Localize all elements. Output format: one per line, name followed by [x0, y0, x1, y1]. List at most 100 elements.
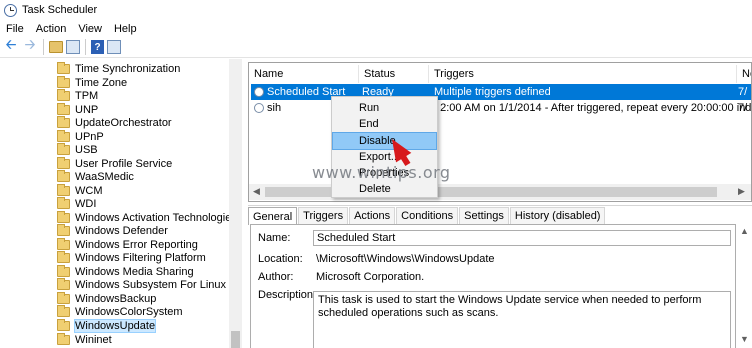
folder-icon	[57, 142, 70, 155]
details-vertical-scrollbar[interactable]: ▲ ▼	[736, 224, 752, 348]
menu-file[interactable]: File	[0, 23, 30, 35]
tree-item-label: WDI	[75, 197, 97, 210]
toolbar-separator	[85, 39, 86, 55]
tree-item[interactable]: User Profile Service	[57, 156, 172, 170]
tree-item-label: WindowsBackup	[75, 292, 157, 305]
task-next-run-cell: 7/	[738, 86, 748, 98]
folder-icon	[57, 237, 70, 250]
task-name-cell: sih	[254, 100, 281, 116]
general-tab-panel: Name: Scheduled Start Location: \Microso…	[250, 224, 736, 348]
column-header-next-run[interactable]: Ne	[737, 65, 751, 83]
scroll-right-icon[interactable]: ▶	[738, 186, 745, 197]
forward-arrow-icon[interactable]: 🡢	[22, 37, 38, 55]
tree-item[interactable]: UpdateOrchestrator	[57, 115, 172, 129]
task-row-selected[interactable]: Scheduled Start Ready Multiple triggers …	[251, 84, 751, 100]
context-menu-run[interactable]: Run	[333, 100, 436, 116]
scroll-up-icon[interactable]: ▲	[740, 226, 749, 236]
folder-icon	[57, 196, 70, 209]
tree-item[interactable]: UPnP	[57, 129, 104, 143]
menu-view[interactable]: View	[72, 23, 108, 35]
folder-icon	[57, 304, 70, 317]
scroll-left-icon[interactable]: ◀	[253, 186, 260, 197]
clock-icon	[254, 87, 264, 97]
tree-item[interactable]: WindowsColorSystem	[57, 304, 183, 318]
folder-icon	[57, 129, 70, 142]
task-scheduler-window: Task Scheduler File Action View Help 🡠 🡢…	[0, 0, 752, 348]
description-field[interactable]: This task is used to start the Windows U…	[313, 291, 731, 348]
context-menu-delete[interactable]: Delete	[333, 181, 436, 197]
context-menu-disable[interactable]: Disable	[332, 132, 437, 150]
author-value: Microsoft Corporation.	[316, 271, 425, 283]
tab-history[interactable]: History (disabled)	[509, 207, 606, 224]
folder-icon	[57, 318, 70, 331]
tab-triggers[interactable]: Triggers	[298, 207, 349, 224]
folder-up-icon[interactable]	[49, 41, 63, 53]
tab-general[interactable]: General	[248, 207, 298, 225]
menu-help[interactable]: Help	[108, 23, 143, 35]
task-next-run-cell: 7/	[738, 102, 748, 114]
back-arrow-icon[interactable]: 🡠	[3, 37, 19, 55]
task-row[interactable]: sih t 2:00 AM on 1/1/2014 - After trigge…	[251, 100, 751, 116]
toolbar-separator	[43, 39, 44, 55]
tree-item[interactable]: Windows Subsystem For Linux	[57, 277, 226, 291]
clock-icon	[4, 3, 17, 17]
tree-item-selected[interactable]: WindowsUpdate	[57, 318, 157, 333]
name-field[interactable]: Scheduled Start	[313, 230, 731, 246]
tree-item[interactable]: USB	[57, 142, 98, 156]
folder-icon	[57, 277, 70, 290]
tree-item-label: WindowsColorSystem	[75, 305, 183, 318]
folder-icon	[57, 332, 70, 345]
tree-item[interactable]: Windows Filtering Platform	[57, 250, 206, 264]
title-bar: Task Scheduler	[0, 0, 752, 20]
tree-item-label: UpdateOrchestrator	[75, 116, 172, 129]
tab-settings[interactable]: Settings	[459, 207, 509, 224]
folder-icon	[57, 61, 70, 74]
column-header-status[interactable]: Status	[359, 65, 429, 83]
folder-icon	[57, 102, 70, 115]
tree-item-label: WindowsUpdate	[73, 318, 157, 333]
tree-item-label: Time Zone	[75, 76, 128, 89]
tree-item[interactable]: WaaSMedic	[57, 169, 134, 183]
column-header-triggers[interactable]: Triggers	[429, 65, 737, 83]
tab-actions[interactable]: Actions	[349, 207, 396, 224]
tree-scrollbar-thumb[interactable]	[231, 331, 240, 348]
author-label: Author:	[258, 271, 294, 283]
tree-item[interactable]: TPM	[57, 88, 99, 102]
tab-conditions[interactable]: Conditions	[396, 207, 459, 224]
window-title: Task Scheduler	[22, 4, 98, 16]
tree-item[interactable]: Time Zone	[57, 75, 128, 89]
tree-item[interactable]: WDI	[57, 196, 97, 210]
tree-item-label: Windows Defender	[75, 224, 168, 237]
context-menu-end[interactable]: End	[333, 116, 436, 132]
show-hide-console-tree-icon[interactable]	[66, 40, 80, 54]
menu-bar: File Action View Help	[0, 21, 143, 37]
list-horizontal-scrollbar[interactable]: ◀ ▶	[249, 184, 751, 200]
library-tree: Time Synchronization Time Zone TPM UNP U…	[0, 59, 242, 348]
tree-item-label: TPM	[75, 89, 99, 102]
tree-item[interactable]: WCM	[57, 183, 103, 197]
tree-item-label: Windows Activation Technologies	[75, 211, 237, 224]
tree-item[interactable]: WindowsBackup	[57, 291, 157, 305]
folder-icon	[57, 264, 70, 277]
tree-item-label: Time Synchronization	[75, 62, 181, 75]
folder-icon	[57, 223, 70, 236]
toolbar: 🡠 🡢 ?	[0, 37, 752, 58]
tree-item[interactable]: Windows Defender	[57, 223, 168, 237]
tree-item[interactable]: Windows Activation Technologies	[57, 210, 237, 224]
location-value: \Microsoft\Windows\WindowsUpdate	[316, 253, 495, 265]
tree-item[interactable]: UNP	[57, 102, 99, 116]
tree-item-label: USB	[75, 143, 98, 156]
name-label: Name:	[258, 232, 291, 244]
scroll-down-icon[interactable]: ▼	[740, 334, 749, 344]
tree-item[interactable]: Windows Error Reporting	[57, 237, 198, 251]
menu-action[interactable]: Action	[30, 23, 73, 35]
help-icon[interactable]: ?	[91, 40, 104, 54]
tree-item[interactable]: Windows Media Sharing	[57, 264, 194, 278]
details-tabs: General Triggers Actions Conditions Sett…	[248, 207, 606, 225]
tree-item[interactable]: Time Synchronization	[57, 61, 181, 75]
show-hide-action-pane-icon[interactable]	[107, 40, 121, 54]
tree-item[interactable]: Wininet	[57, 332, 112, 346]
column-header-name[interactable]: Name	[249, 65, 359, 83]
tree-item-label: UNP	[75, 103, 99, 116]
tree-scrollbar[interactable]	[229, 59, 242, 348]
